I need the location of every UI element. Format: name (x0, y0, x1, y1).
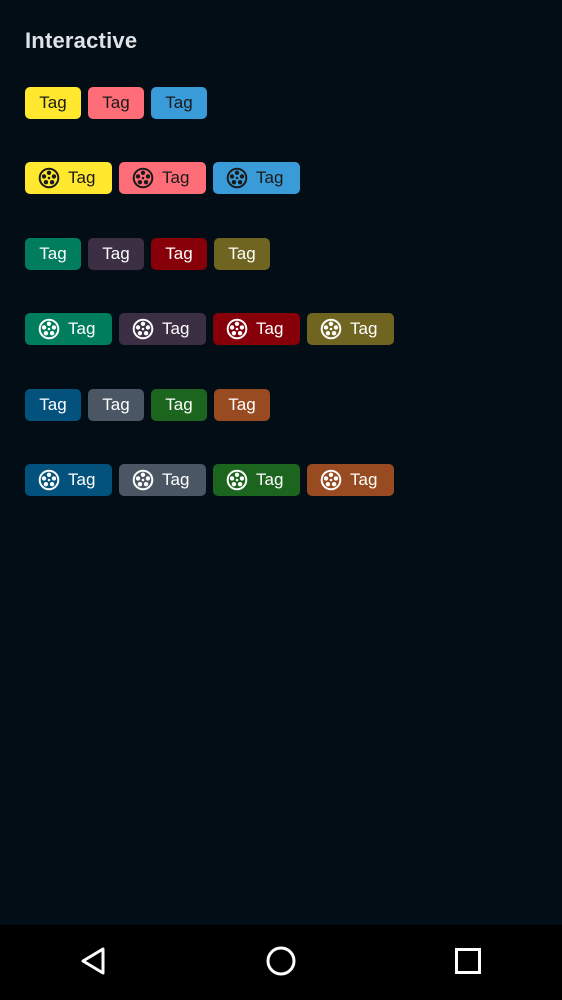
tag-label: Tag (350, 470, 378, 489)
tag-chip[interactable]: Tag (25, 389, 81, 421)
nav-back-button[interactable] (74, 943, 114, 983)
tag-label: Tag (102, 93, 130, 112)
tag-chip-with-icon[interactable]: Tag (25, 313, 112, 345)
tag-chip[interactable]: Tag (88, 389, 144, 421)
film-reel-icon (226, 167, 248, 189)
tag-label: Tag (162, 319, 190, 338)
film-reel-icon (320, 469, 342, 491)
tag-label: Tag (165, 93, 193, 112)
tag-label: Tag (68, 470, 96, 489)
tag-label: Tag (39, 244, 67, 263)
tag-label: Tag (68, 168, 96, 187)
tag-row: Tag Tag Tag (25, 87, 207, 119)
tag-label: Tag (350, 319, 378, 338)
film-reel-icon (226, 469, 248, 491)
tag-chip[interactable]: Tag (151, 87, 207, 119)
tag-chip[interactable]: Tag (25, 238, 81, 270)
tag-label: Tag (256, 319, 284, 338)
tag-chip[interactable]: Tag (88, 87, 144, 119)
tag-label: Tag (68, 319, 96, 338)
film-reel-icon (38, 167, 60, 189)
tag-label: Tag (256, 470, 284, 489)
tag-chip-with-icon[interactable]: Tag (119, 464, 206, 496)
screen: Interactive Tag Tag Tag Tag Tag Tag Tag Tag Tag T… (0, 0, 562, 1000)
film-reel-icon (38, 318, 60, 340)
tag-label: Tag (102, 244, 130, 263)
tag-chip[interactable]: Tag (214, 389, 270, 421)
tag-chip[interactable]: Tag (25, 87, 81, 119)
nav-home-button[interactable] (261, 943, 301, 983)
film-reel-icon (132, 318, 154, 340)
film-reel-icon (38, 469, 60, 491)
tag-chip-with-icon[interactable]: Tag (213, 162, 300, 194)
tag-chip[interactable]: Tag (151, 389, 207, 421)
tag-chip-with-icon[interactable]: Tag (119, 313, 206, 345)
recents-square-icon (454, 947, 482, 980)
film-reel-icon (132, 167, 154, 189)
tag-chip[interactable]: Tag (214, 238, 270, 270)
film-reel-icon (320, 318, 342, 340)
tag-chip-with-icon[interactable]: Tag (213, 313, 300, 345)
tag-label: Tag (102, 395, 130, 414)
system-navigation-bar (0, 925, 562, 1000)
tag-row: Tag Tag Tag Tag (25, 313, 394, 345)
tag-row: Tag Tag Tag Tag (25, 464, 394, 496)
film-reel-icon (226, 318, 248, 340)
tag-chip-with-icon[interactable]: Tag (213, 464, 300, 496)
tag-label: Tag (228, 395, 256, 414)
tag-label: Tag (162, 470, 190, 489)
tag-chip[interactable]: Tag (151, 238, 207, 270)
tag-row: Tag Tag Tag (25, 162, 300, 194)
tag-label: Tag (39, 93, 67, 112)
tag-chip[interactable]: Tag (88, 238, 144, 270)
film-reel-icon (132, 469, 154, 491)
tag-chip-with-icon[interactable]: Tag (119, 162, 206, 194)
tag-chip-with-icon[interactable]: Tag (25, 162, 112, 194)
tag-label: Tag (256, 168, 284, 187)
tag-chip-with-icon[interactable]: Tag (307, 313, 394, 345)
tag-row: Tag Tag Tag Tag (25, 238, 270, 270)
tag-label: Tag (228, 244, 256, 263)
tag-label: Tag (165, 395, 193, 414)
tag-label: Tag (39, 395, 67, 414)
home-circle-icon (265, 945, 297, 982)
tag-chip-with-icon[interactable]: Tag (25, 464, 112, 496)
tag-row: Tag Tag Tag Tag (25, 389, 270, 421)
tag-label: Tag (165, 244, 193, 263)
page-title: Interactive (25, 28, 138, 53)
nav-recents-button[interactable] (448, 943, 488, 983)
back-triangle-icon (79, 946, 109, 981)
tag-label: Tag (162, 168, 190, 187)
tag-chip-with-icon[interactable]: Tag (307, 464, 394, 496)
